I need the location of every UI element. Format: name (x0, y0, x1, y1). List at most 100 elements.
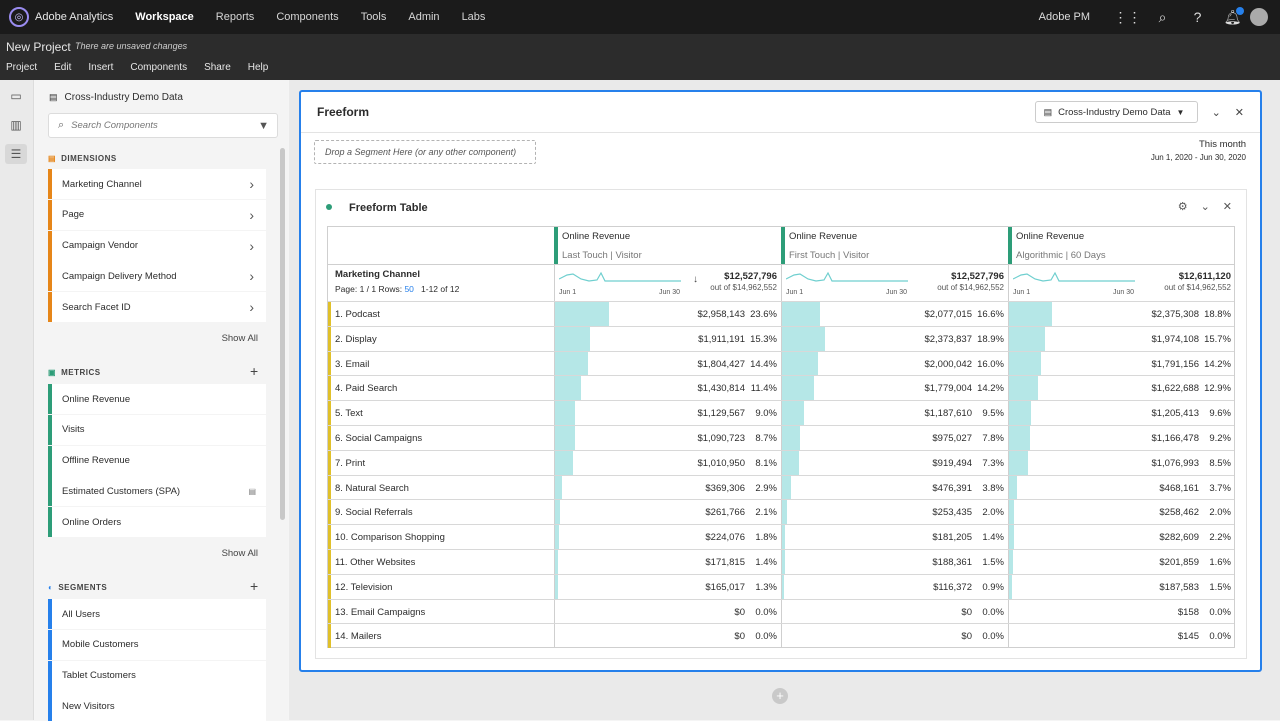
panels-icon[interactable]: ▭ (5, 86, 27, 106)
row-label[interactable]: 7. Print (335, 458, 365, 469)
project-title[interactable]: New Project (6, 40, 71, 54)
table-cell[interactable]: $468,161 3.7% (1008, 475, 1235, 500)
nav-item-admin[interactable]: Admin (408, 11, 439, 23)
panel-scrollbar[interactable] (280, 148, 285, 520)
table-cell[interactable]: $188,361 1.5% (781, 550, 1008, 574)
dimension-item[interactable]: Page › (48, 199, 266, 230)
table-cell[interactable]: $2,373,837 18.9% (781, 326, 1008, 351)
table-row[interactable]: 10. Comparison Shopping $224,076 1.8% $181,… (328, 524, 1234, 549)
chevron-right-icon[interactable]: › (249, 176, 254, 192)
nav-item-reports[interactable]: Reports (216, 11, 255, 23)
metric-item[interactable]: Online Orders (48, 507, 266, 538)
table-cell[interactable]: $1,166,478 9.2% (1008, 426, 1235, 450)
close-panel-icon[interactable]: ✕ (1235, 106, 1244, 119)
column-header[interactable]: Online Revenue Last Touch | Visitor (554, 227, 781, 264)
row-label[interactable]: 2. Display (335, 334, 377, 345)
row-label[interactable]: 4. Paid Search (335, 383, 397, 394)
report-suite-dropdown[interactable]: ▤ Cross-Industry Demo Data ▼ (1034, 101, 1198, 123)
table-row[interactable]: 14. Mailers $0 0.0% $0 0.0% $145 0.0% (328, 623, 1235, 649)
segment-drop-zone[interactable]: Drop a Segment Here (or any other compon… (314, 140, 536, 164)
visualizations-icon[interactable]: ▥ (5, 115, 27, 135)
row-label[interactable]: 14. Mailers (335, 631, 381, 642)
table-cell[interactable]: $1,911,191 15.3% (554, 326, 781, 351)
table-row[interactable]: 9. Social Referrals $261,766 2.1% $253,435 2… (328, 499, 1235, 525)
table-cell[interactable]: $1,205,413 9.6% (1008, 401, 1235, 425)
menu-share[interactable]: Share (204, 62, 231, 73)
table-row[interactable]: 4. Paid Search $1,430,814 11.4% $1,779,004 1… (328, 375, 1235, 401)
row-label[interactable]: 9. Social Referrals (335, 507, 413, 518)
table-cell[interactable]: $165,017 1.3% (554, 574, 781, 599)
table-cell[interactable]: $919,494 7.3% (781, 450, 1008, 475)
segment-item[interactable]: Tablet Customers (48, 660, 266, 691)
row-label[interactable]: 8. Natural Search (335, 483, 409, 494)
table-cell[interactable]: $476,391 3.8% (781, 475, 1008, 500)
table-cell[interactable]: $1,430,814 11.4% (554, 376, 781, 401)
table-cell[interactable]: $1,804,427 14.4% (554, 351, 781, 376)
segment-item[interactable]: All Users (48, 599, 266, 629)
row-label[interactable]: 12. Television (335, 582, 392, 593)
table-row[interactable]: 11. Other Websites $171,815 1.4% $188,361 1.… (328, 549, 1234, 574)
dimensions-show-all-link[interactable]: Show All (222, 333, 258, 344)
table-row[interactable]: 2. Display $1,911,191 15.3% $2,373,837 18.9%… (328, 325, 1235, 351)
chevron-right-icon[interactable]: › (249, 299, 254, 315)
table-cell[interactable]: $145 0.0% (1008, 624, 1235, 649)
collapse-panel-icon[interactable]: ⌄ (1212, 106, 1221, 119)
menu-edit[interactable]: Edit (54, 62, 71, 73)
table-cell[interactable]: $1,187,610 9.5% (781, 401, 1008, 425)
add-panel-button[interactable]: + (772, 688, 788, 704)
row-label[interactable]: 10. Comparison Shopping (335, 532, 445, 543)
metric-item[interactable]: Offline Revenue (48, 445, 266, 476)
table-row[interactable]: 3. Email $1,804,427 14.4% $2,000,042 16.0% $1… (328, 350, 1234, 376)
nav-item-components[interactable]: Components (276, 11, 338, 23)
menu-project[interactable]: Project (6, 62, 37, 73)
table-cell[interactable]: $1,622,688 12.9% (1008, 376, 1235, 401)
table-row[interactable]: 13. Email Campaigns $0 0.0% $0 0.0% $158 0.0% (328, 598, 1234, 624)
table-cell[interactable]: $0 0.0% (781, 599, 1008, 624)
table-cell[interactable]: $0 0.0% (781, 624, 1008, 649)
table-cell[interactable]: $1,010,950 8.1% (554, 450, 781, 475)
table-row[interactable]: 8. Natural Search $369,306 2.9% $476,391 3.8… (328, 474, 1235, 500)
date-range[interactable]: This month Jun 1, 2020 - Jun 30, 2020 (1151, 139, 1246, 162)
table-cell[interactable]: $171,815 1.4% (554, 550, 781, 574)
table-cell[interactable]: $224,076 1.8% (554, 525, 781, 549)
filter-icon[interactable]: ▼ (258, 120, 269, 132)
table-cell[interactable]: $282,609 2.2% (1008, 525, 1235, 549)
table-cell[interactable]: $2,000,042 16.0% (781, 351, 1008, 376)
add-segment-icon[interactable]: + (250, 578, 259, 594)
table-cell[interactable]: $258,462 2.0% (1008, 500, 1235, 525)
dimension-item[interactable]: Campaign Vendor › (48, 230, 266, 261)
table-row[interactable]: 12. Television $165,017 1.3% $116,372 0.9% $1… (328, 573, 1234, 599)
menu-insert[interactable]: Insert (88, 62, 113, 73)
adobe-analytics-logo-icon[interactable]: ◎ (9, 7, 29, 27)
segment-item[interactable]: New Visitors (48, 691, 266, 721)
table-cell[interactable]: $975,027 7.8% (781, 426, 1008, 450)
table-title[interactable]: Freeform Table (349, 202, 428, 214)
table-cell[interactable]: $261,766 2.1% (554, 500, 781, 525)
table-cell[interactable]: $1,090,723 8.7% (554, 426, 781, 450)
segment-item[interactable]: Mobile Customers (48, 629, 266, 660)
metric-item[interactable]: Online Revenue (48, 384, 266, 414)
row-label[interactable]: 13. Email Campaigns (335, 607, 425, 618)
org-name[interactable]: Adobe PM (1039, 11, 1090, 23)
avatar[interactable] (1250, 8, 1268, 26)
components-icon[interactable]: ☰ (5, 144, 27, 164)
table-cell[interactable]: $1,974,108 15.7% (1008, 326, 1235, 351)
table-row[interactable]: 7. Print $1,010,950 8.1% $919,494 7.3% $1,076… (328, 449, 1234, 475)
nav-item-tools[interactable]: Tools (361, 11, 387, 23)
table-cell[interactable]: $0 0.0% (554, 599, 781, 624)
table-cell[interactable]: $2,958,143 23.6% (554, 302, 781, 326)
chevron-right-icon[interactable]: › (249, 238, 254, 254)
bell-icon[interactable]: 🔔︎ (1215, 6, 1250, 26)
gear-icon[interactable]: ⚙ (1178, 200, 1188, 213)
table-cell[interactable]: $2,077,015 16.6% (781, 302, 1008, 326)
metrics-show-all-link[interactable]: Show All (222, 548, 258, 559)
table-row[interactable]: 1. Podcast $2,958,143 23.6% $2,077,015 16.6%… (328, 301, 1234, 326)
table-cell[interactable]: $253,435 2.0% (781, 500, 1008, 525)
chevron-right-icon[interactable]: › (249, 268, 254, 284)
help-icon[interactable]: ? (1180, 9, 1215, 25)
app-name[interactable]: Adobe Analytics (35, 11, 113, 23)
table-cell[interactable]: $2,375,308 18.8% (1008, 302, 1235, 326)
nav-item-workspace[interactable]: Workspace (135, 11, 194, 23)
table-cell[interactable]: $201,859 1.6% (1008, 550, 1235, 574)
dimension-item[interactable]: Search Facet ID › (48, 292, 266, 323)
